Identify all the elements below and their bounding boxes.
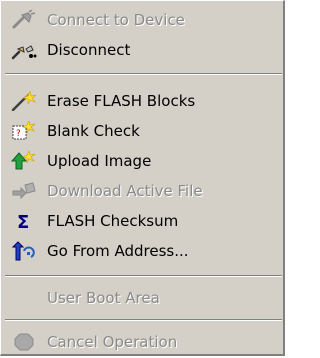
menu-item-label: User Boot Area — [47, 289, 160, 307]
menu-item-cancel-operation[interactable]: Cancel Operation — [1, 327, 283, 357]
svg-text:?: ? — [16, 129, 21, 139]
menu-separator — [5, 319, 282, 321]
menu-separator — [5, 275, 282, 277]
stop-icon — [11, 332, 37, 352]
context-menu: Connect to Device Disconnect Erase FLASH… — [0, 0, 285, 356]
menu-item-label: Go From Address... — [47, 242, 189, 260]
menu-item-label: Download Active File — [47, 182, 203, 200]
go-icon — [11, 241, 37, 261]
menu-item-disconnect[interactable]: Disconnect — [1, 35, 283, 65]
disconnect-icon — [11, 40, 37, 60]
upload-icon — [11, 151, 37, 171]
menu-item-label: Blank Check — [47, 122, 140, 140]
menu-item-user-boot-area[interactable]: User Boot Area — [1, 283, 283, 313]
menu-separator — [5, 73, 282, 75]
menu-item-flash-checksum[interactable]: Σ FLASH Checksum — [1, 206, 283, 236]
menu-item-upload-image[interactable]: Upload Image — [1, 146, 283, 176]
blank-check-icon: ? — [11, 121, 37, 141]
menu-item-go-from-address[interactable]: Go From Address... — [1, 236, 283, 266]
menu-item-label: Connect to Device — [47, 11, 185, 29]
menu-item-connect-to-device[interactable]: Connect to Device — [1, 5, 283, 35]
menu-item-label: FLASH Checksum — [47, 212, 179, 230]
svg-text:Σ: Σ — [17, 212, 29, 231]
menu-item-erase-flash-blocks[interactable]: Erase FLASH Blocks — [1, 86, 283, 116]
connect-icon — [11, 10, 37, 30]
menu-item-blank-check[interactable]: ? Blank Check — [1, 116, 283, 146]
erase-icon — [11, 91, 37, 111]
menu-item-label: Cancel Operation — [47, 333, 178, 351]
menu-item-label: Upload Image — [47, 152, 152, 170]
menu-item-label: Disconnect — [47, 41, 131, 59]
menu-item-download-active-file[interactable]: Download Active File — [1, 176, 283, 206]
sigma-icon: Σ — [11, 211, 37, 231]
download-icon — [11, 181, 37, 201]
menu-item-label: Erase FLASH Blocks — [47, 92, 196, 110]
